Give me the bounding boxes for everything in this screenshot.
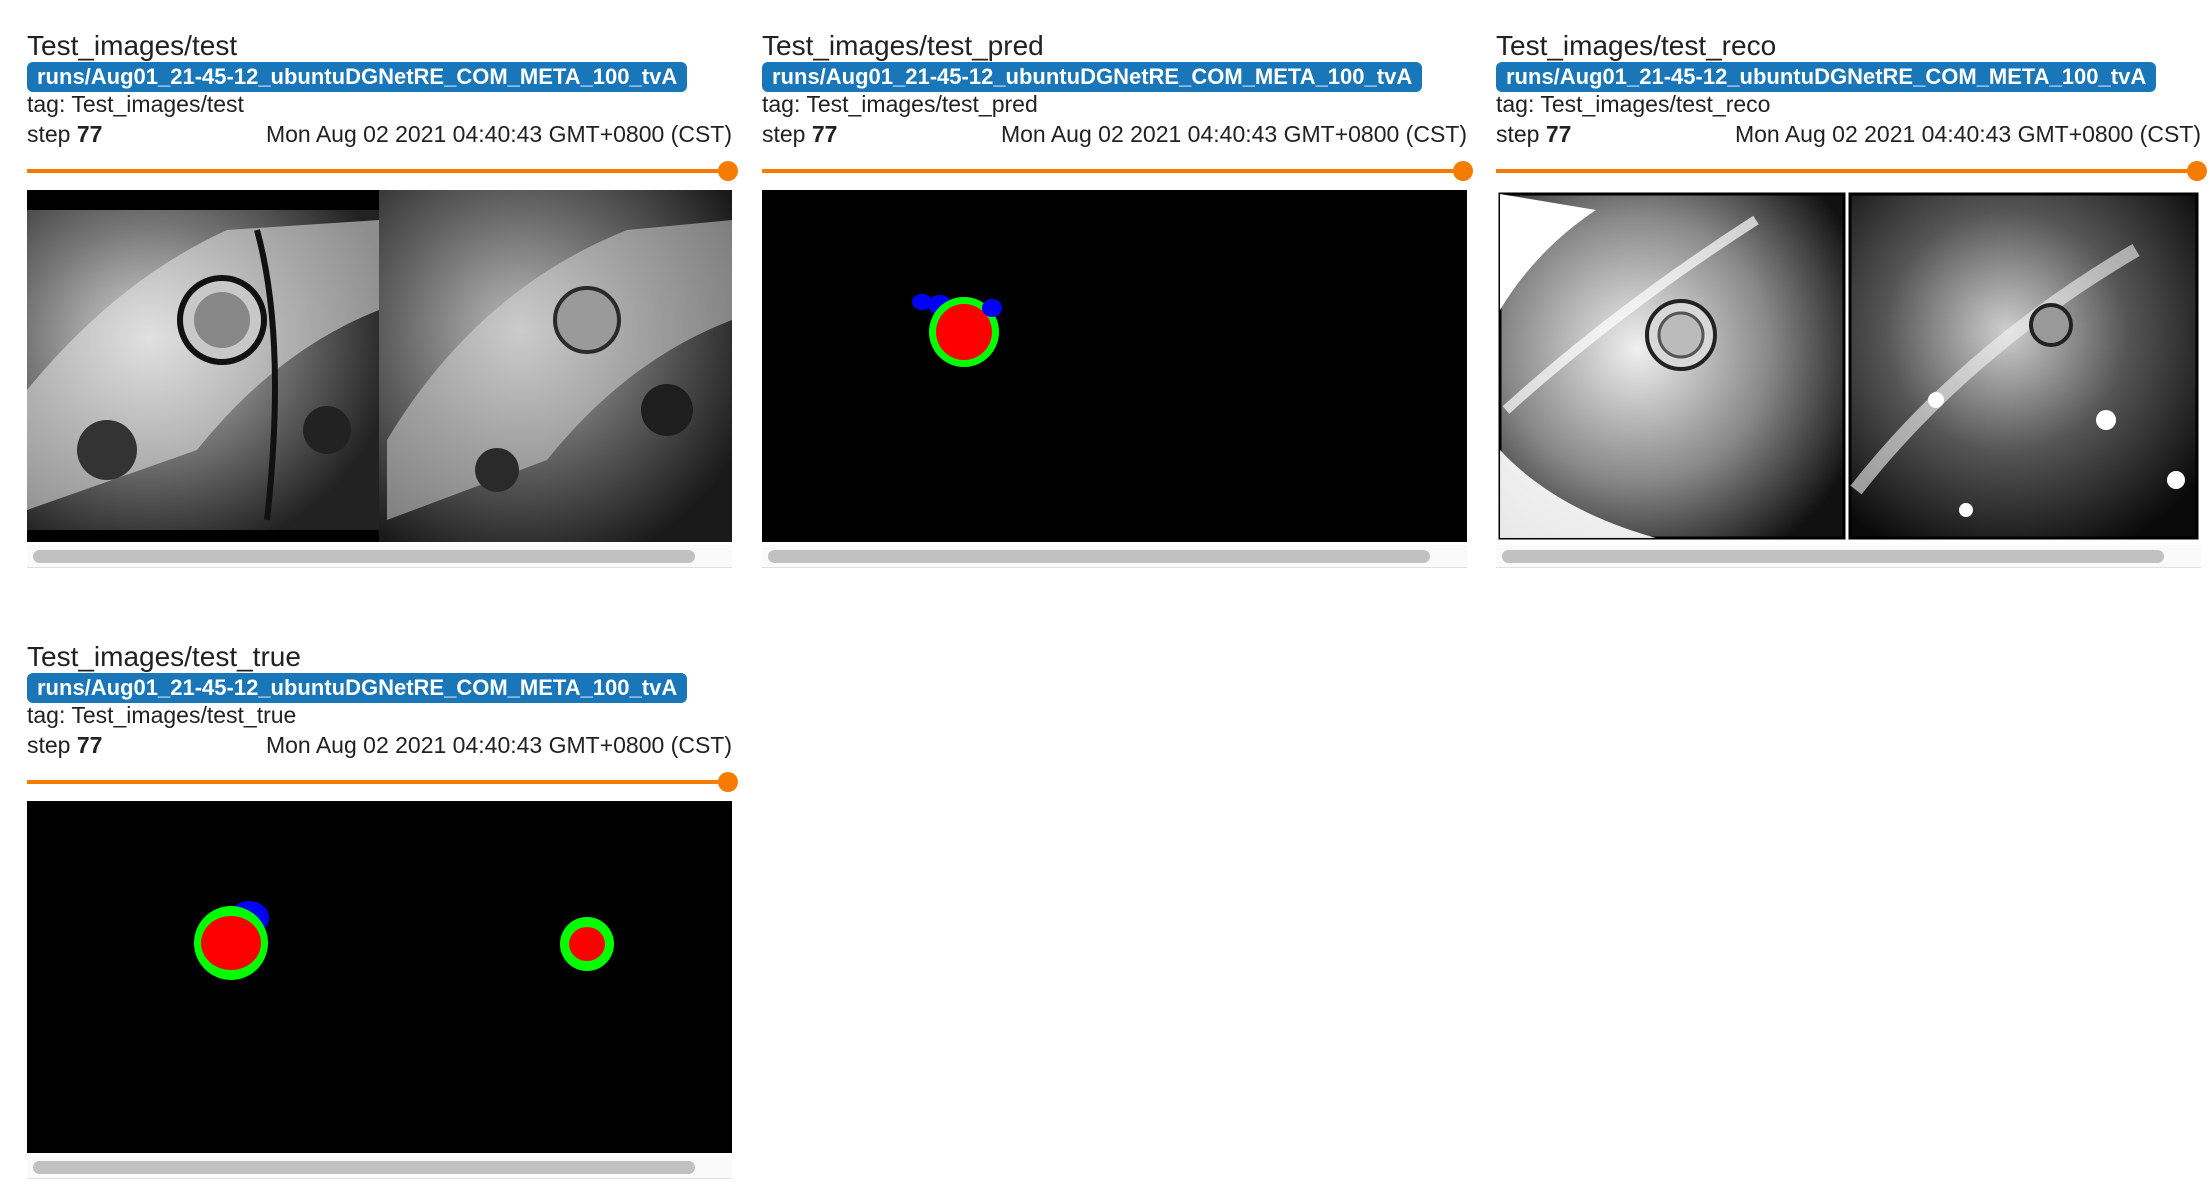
image-display bbox=[762, 190, 1467, 542]
slider-knob[interactable] bbox=[718, 161, 738, 181]
step-row: step 77 Mon Aug 02 2021 04:40:43 GMT+080… bbox=[762, 119, 1467, 149]
step-value: 77 bbox=[76, 121, 103, 147]
card-title: Test_images/test bbox=[27, 30, 238, 61]
timestamp: Mon Aug 02 2021 04:40:43 GMT+0800 (CST) bbox=[265, 732, 732, 758]
step-row: step 77 Mon Aug 02 2021 04:40:43 GMT+080… bbox=[27, 730, 732, 760]
card-title: Test_images/test_pred bbox=[762, 30, 1044, 61]
image-card-test: Test_images/test runs/Aug01_21-45-12_ubu… bbox=[27, 18, 738, 568]
step-slider[interactable] bbox=[27, 772, 738, 792]
horizontal-scrollbar[interactable] bbox=[762, 545, 1467, 568]
horizontal-scrollbar[interactable] bbox=[1496, 545, 2201, 568]
step-label: step 77 bbox=[1496, 121, 1572, 147]
run-badge: runs/Aug01_21-45-12_ubuntuDGNetRE_COM_ME… bbox=[27, 673, 688, 703]
tag-label: tag: Test_images/test_true bbox=[27, 702, 297, 728]
slider-knob[interactable] bbox=[718, 772, 738, 792]
slider-track bbox=[27, 780, 726, 784]
scrollbar-thumb[interactable] bbox=[33, 1161, 695, 1174]
step-label: step 77 bbox=[27, 121, 103, 147]
mri-image bbox=[27, 190, 732, 542]
step-slider[interactable] bbox=[27, 161, 738, 181]
slider-track bbox=[27, 169, 726, 173]
image-card-test-pred: Test_images/test_pred runs/Aug01_21-45-1… bbox=[762, 18, 1473, 568]
step-value: 77 bbox=[1545, 121, 1572, 147]
segmentation-true-image bbox=[27, 801, 732, 1153]
slider-track bbox=[762, 169, 1461, 173]
step-slider[interactable] bbox=[1496, 161, 2207, 181]
horizontal-scrollbar[interactable] bbox=[27, 545, 732, 568]
run-badge: runs/Aug01_21-45-12_ubuntuDGNetRE_COM_ME… bbox=[1496, 62, 2157, 92]
image-display bbox=[1496, 190, 2201, 542]
tag-label: tag: Test_images/test_pred bbox=[762, 91, 1038, 117]
card-title: Test_images/test_reco bbox=[1496, 30, 1777, 61]
step-value: 77 bbox=[811, 121, 838, 147]
step-slider[interactable] bbox=[762, 161, 1473, 181]
step-row: step 77 Mon Aug 02 2021 04:40:43 GMT+080… bbox=[1496, 119, 2201, 149]
tag-label: tag: Test_images/test bbox=[27, 91, 244, 117]
reconstruction-image bbox=[1496, 190, 2201, 542]
card-title: Test_images/test_true bbox=[27, 641, 301, 672]
horizontal-scrollbar[interactable] bbox=[27, 1156, 732, 1179]
scrollbar-thumb[interactable] bbox=[1502, 550, 2164, 563]
scrollbar-thumb[interactable] bbox=[33, 550, 695, 563]
image-display bbox=[27, 190, 732, 542]
slider-track bbox=[1496, 169, 2195, 173]
step-value: 77 bbox=[76, 732, 103, 758]
step-row: step 77 Mon Aug 02 2021 04:40:43 GMT+080… bbox=[27, 119, 732, 149]
run-badge: runs/Aug01_21-45-12_ubuntuDGNetRE_COM_ME… bbox=[27, 62, 688, 92]
timestamp: Mon Aug 02 2021 04:40:43 GMT+0800 (CST) bbox=[1000, 121, 1467, 147]
step-label: step 77 bbox=[762, 121, 838, 147]
timestamp: Mon Aug 02 2021 04:40:43 GMT+0800 (CST) bbox=[1734, 121, 2201, 147]
image-card-test-true: Test_images/test_true runs/Aug01_21-45-1… bbox=[27, 629, 738, 1179]
step-label: step 77 bbox=[27, 732, 103, 758]
image-display bbox=[27, 801, 732, 1153]
scrollbar-thumb[interactable] bbox=[768, 550, 1430, 563]
slider-knob[interactable] bbox=[2187, 161, 2207, 181]
tag-label: tag: Test_images/test_reco bbox=[1496, 91, 1771, 117]
segmentation-pred-image bbox=[762, 190, 1467, 542]
image-card-test-reco: Test_images/test_reco runs/Aug01_21-45-1… bbox=[1496, 18, 2207, 568]
slider-knob[interactable] bbox=[1453, 161, 1473, 181]
timestamp: Mon Aug 02 2021 04:40:43 GMT+0800 (CST) bbox=[265, 121, 732, 147]
run-badge: runs/Aug01_21-45-12_ubuntuDGNetRE_COM_ME… bbox=[762, 62, 1423, 92]
